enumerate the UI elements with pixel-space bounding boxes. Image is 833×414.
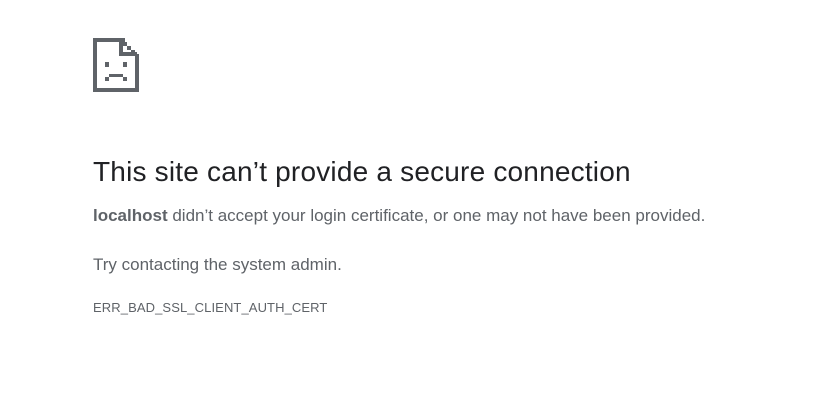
- sad-page-icon: [93, 38, 139, 92]
- page-title: This site can’t provide a secure connect…: [93, 156, 631, 187]
- host-name: localhost: [93, 206, 168, 225]
- suggestion-text: Try contacting the system admin.: [93, 255, 342, 274]
- error-page: This site can’t provide a secure connect…: [93, 38, 813, 315]
- error-summary-text: didn’t accept your login certificate, or…: [167, 206, 706, 225]
- error-summary: localhost didn’t accept your login certi…: [93, 204, 813, 228]
- error-code: ERR_BAD_SSL_CLIENT_AUTH_CERT: [93, 300, 328, 315]
